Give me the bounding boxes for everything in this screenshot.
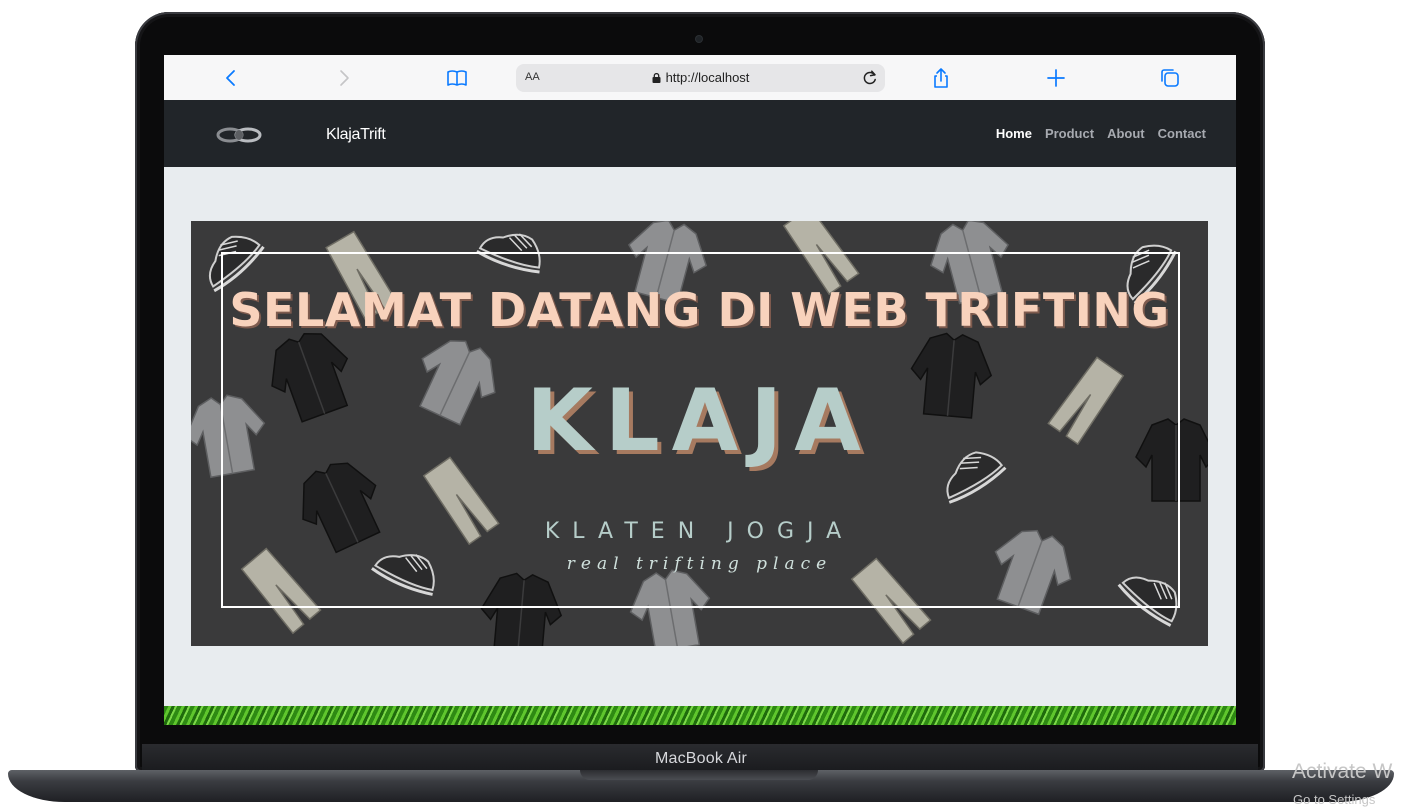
banner-tagline: real trifting place xyxy=(566,554,833,574)
banner-subtitle: KLATEN JOGJA xyxy=(544,519,855,544)
nav-contact[interactable]: Contact xyxy=(1158,126,1206,141)
brand-name[interactable]: KlajaTrift xyxy=(326,126,386,144)
main-nav: Home Product About Contact xyxy=(996,126,1206,141)
address-bar[interactable]: AA http://localhost xyxy=(516,64,885,92)
banner-title: KLAJA xyxy=(526,371,873,471)
url-display[interactable]: http://localhost xyxy=(516,70,885,85)
site-navbar: KlajaTrift Home Product About Contact xyxy=(164,100,1236,167)
url-text: http://localhost xyxy=(665,70,750,85)
settings-watermark: Go to Settings xyxy=(1293,792,1376,807)
nav-home[interactable]: Home xyxy=(996,126,1032,141)
nav-about[interactable]: About xyxy=(1107,126,1145,141)
welcome-headline: SELAMAT DATANG DI WEB TRIFTING xyxy=(229,283,1170,337)
brand-logo-icon[interactable] xyxy=(214,124,266,146)
share-icon[interactable] xyxy=(929,66,953,90)
laptop-screen: AA http://localhost KlajaTrift Home Prod… xyxy=(164,55,1236,725)
hero-banner: SELAMAT DATANG DI WEB TRIFTING KLAJA KLA… xyxy=(191,221,1208,646)
lock-icon xyxy=(652,73,661,83)
activate-watermark: Activate W xyxy=(1292,760,1393,783)
reload-icon[interactable] xyxy=(861,69,879,87)
new-tab-icon[interactable] xyxy=(1044,66,1068,90)
browser-toolbar: AA http://localhost xyxy=(164,55,1236,101)
laptop-notch xyxy=(580,770,818,780)
tabs-icon[interactable] xyxy=(1158,66,1182,90)
device-label: MacBook Air xyxy=(654,750,747,767)
forward-icon[interactable] xyxy=(332,66,356,90)
nav-product[interactable]: Product xyxy=(1045,126,1094,141)
bookmarks-icon[interactable] xyxy=(445,66,469,90)
grass-section-image xyxy=(164,706,1236,725)
camera-icon xyxy=(696,36,702,42)
back-icon[interactable] xyxy=(219,66,243,90)
